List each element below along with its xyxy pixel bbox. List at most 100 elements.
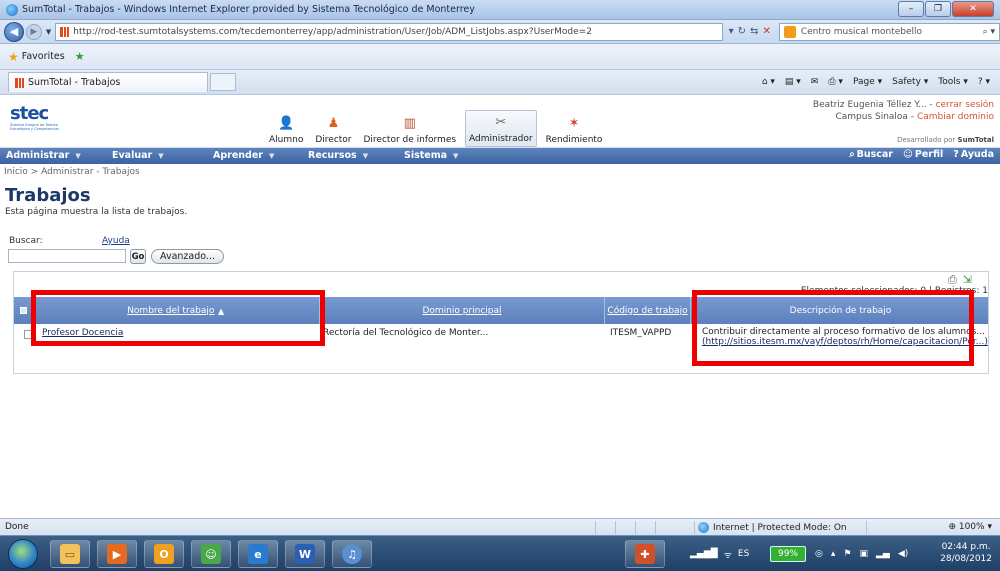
chevron-down-icon: ▼ — [158, 152, 164, 160]
change-domain-link[interactable]: Cambiar dominio — [917, 112, 994, 122]
page-menu[interactable]: Page ▾ — [853, 77, 882, 87]
role-director-informes[interactable]: ▥ Director de informes — [361, 112, 460, 147]
menu-sistema[interactable]: Sistema ▼ — [404, 150, 458, 161]
add-to-favorites-icon[interactable]: ★ — [75, 50, 85, 63]
tab-favicon — [15, 77, 24, 88]
security-zone[interactable]: Internet | Protected Mode: On — [698, 522, 847, 533]
menu-profile[interactable]: ☺ Perfil — [903, 149, 943, 160]
menu-recursos[interactable]: Recursos ▼ — [308, 150, 368, 161]
url-input[interactable]: http://rod-test.sumtotalsystems.com/tecd… — [55, 22, 723, 41]
page-title: Trabajos — [5, 185, 91, 206]
recent-pages-dropdown[interactable]: ▼ — [46, 28, 51, 36]
tools-icon: ✂ — [495, 114, 507, 130]
zoom-control[interactable]: ⊕ 100% ▾ — [948, 522, 992, 532]
advanced-search-button[interactable]: Avanzado... — [151, 249, 224, 264]
select-all-checkbox[interactable] — [20, 307, 27, 314]
zoom-icon: ⊕ — [948, 522, 956, 532]
ie-icon — [6, 3, 18, 16]
start-button[interactable] — [8, 539, 38, 569]
messenger-taskbar-button[interactable]: ☺ — [191, 540, 231, 568]
role-administrador[interactable]: ✂ Administrador — [465, 110, 537, 147]
powered-brand: SumTotal — [957, 136, 994, 144]
compatibility-icon[interactable]: ▾ — [729, 26, 734, 37]
chevron-down-icon: ▼ — [362, 152, 369, 160]
home-icon[interactable]: ⌂ ▾ — [762, 77, 775, 87]
signal-icon[interactable]: ▂▄▆█ — [690, 549, 718, 559]
role-label: Rendimiento — [545, 135, 603, 145]
security-zone-text: Internet | Protected Mode: On — [713, 522, 847, 533]
role-rendimiento[interactable]: ✶ Rendimiento — [543, 112, 606, 147]
search-label: Buscar: — [9, 236, 43, 246]
role-label: Administrador — [469, 134, 533, 144]
refresh-icon[interactable]: ↻ — [738, 26, 746, 37]
export-icon[interactable]: ⇲ — [963, 273, 972, 287]
job-domain: Rectoría del Tecnológico de Monter... — [323, 328, 489, 338]
volume-signal-icon[interactable]: ▂▄ — [876, 549, 890, 559]
tools-menu[interactable]: Tools ▾ — [938, 77, 968, 87]
new-tab-button[interactable] — [210, 73, 236, 91]
role-label: Director — [315, 135, 352, 145]
feeds-icon[interactable]: ▤ ▾ — [785, 77, 801, 87]
role-alumno[interactable]: 👤 Alumno — [266, 112, 306, 147]
search-input[interactable] — [8, 249, 126, 263]
tray-app-icon[interactable]: ◎ — [815, 549, 823, 559]
logout-link[interactable]: cerrar sesión — [936, 100, 994, 110]
stop-icon[interactable]: ✕ — [762, 26, 770, 37]
highlight-box-job-description — [692, 290, 974, 366]
itunes-taskbar-button[interactable]: ♫ — [332, 540, 372, 568]
outlook-taskbar-button[interactable]: O — [144, 540, 184, 568]
tab-title: SumTotal - Trabajos — [28, 77, 121, 88]
window-title: SumTotal - Trabajos - Windows Internet E… — [22, 4, 475, 15]
go-arrows-icon[interactable]: ⇆ — [750, 26, 758, 37]
back-button[interactable]: ◀ — [4, 21, 24, 42]
browser-tab[interactable]: SumTotal - Trabajos — [8, 72, 208, 92]
notification-app-button[interactable]: ✚ — [625, 540, 665, 568]
explorer-taskbar-button[interactable]: ▭ — [50, 540, 90, 568]
show-hidden-icons[interactable]: ▴ — [831, 549, 836, 559]
maximize-button[interactable]: ❐ — [925, 1, 951, 17]
menu-search[interactable]: ⌕ Buscar — [849, 149, 893, 160]
minimize-button[interactable]: – — [898, 1, 924, 17]
flag-icon[interactable]: ⚑ — [843, 549, 851, 559]
menu-aprender[interactable]: Aprender ▼ — [213, 150, 274, 161]
outlook-icon: O — [154, 544, 174, 564]
status-text: Done — [5, 522, 29, 532]
internet-explorer-icon: e — [248, 544, 268, 564]
breadcrumb[interactable]: Inicio > Administrar - Trabajos — [4, 167, 140, 177]
go-button[interactable]: Go — [130, 249, 146, 264]
safety-menu[interactable]: Safety ▾ — [892, 77, 928, 87]
print-icon[interactable]: ⎙ ▾ — [828, 77, 843, 87]
browser-search-input[interactable]: Centro musical montebello ⌕ ▾ — [778, 22, 1000, 41]
print-icon[interactable]: ⎙ — [948, 273, 957, 287]
clock[interactable]: 02:44 p.m. 28/08/2012 — [940, 541, 992, 565]
search-icon: ⌕ — [849, 149, 855, 160]
role-director[interactable]: ♟ Director — [312, 112, 354, 147]
reports-icon: ▥ — [403, 115, 416, 131]
security-center-icon: ✚ — [635, 544, 655, 564]
word-taskbar-button[interactable]: W — [285, 540, 325, 568]
wireless-icon[interactable]: ᯤ — [724, 548, 732, 561]
language-indicator[interactable]: ES — [738, 549, 749, 559]
menu-evaluar[interactable]: Evaluar ▼ — [112, 150, 164, 161]
zoom-level: 100% — [958, 522, 985, 532]
app-header: stec Sistema Integral de Talento Estraté… — [0, 95, 1000, 148]
search-icon[interactable]: ⌕ ▾ — [983, 27, 995, 37]
column-job-code[interactable]: Código de trabajo — [605, 297, 691, 324]
browser-statusbar: Done Internet | Protected Mode: On ⊕ 100… — [0, 518, 1000, 535]
help-link[interactable]: Ayuda — [102, 236, 130, 246]
menu-administrar[interactable]: Administrar ▼ — [6, 150, 81, 161]
network-icon[interactable]: ▣ — [859, 549, 868, 559]
ie-taskbar-button[interactable]: e — [238, 540, 278, 568]
volume-icon[interactable]: ◀) — [898, 549, 908, 559]
stec-logo[interactable]: stec Sistema Integral de Talento Estraté… — [10, 105, 68, 135]
menu-help[interactable]: ? Ayuda — [953, 149, 994, 160]
favorites-button[interactable]: Favorites — [22, 51, 65, 62]
favorites-star-icon[interactable]: ★ — [8, 50, 19, 64]
forward-button[interactable]: ▶ — [25, 23, 42, 40]
mail-icon[interactable]: ✉ — [811, 77, 819, 87]
media-player-taskbar-button[interactable]: ▶ — [97, 540, 137, 568]
close-button[interactable]: ✕ — [952, 1, 994, 17]
battery-indicator[interactable]: 99% — [770, 546, 806, 562]
column-main-domain[interactable]: Dominio principal — [320, 297, 605, 324]
help-icon[interactable]: ? ▾ — [978, 77, 990, 87]
